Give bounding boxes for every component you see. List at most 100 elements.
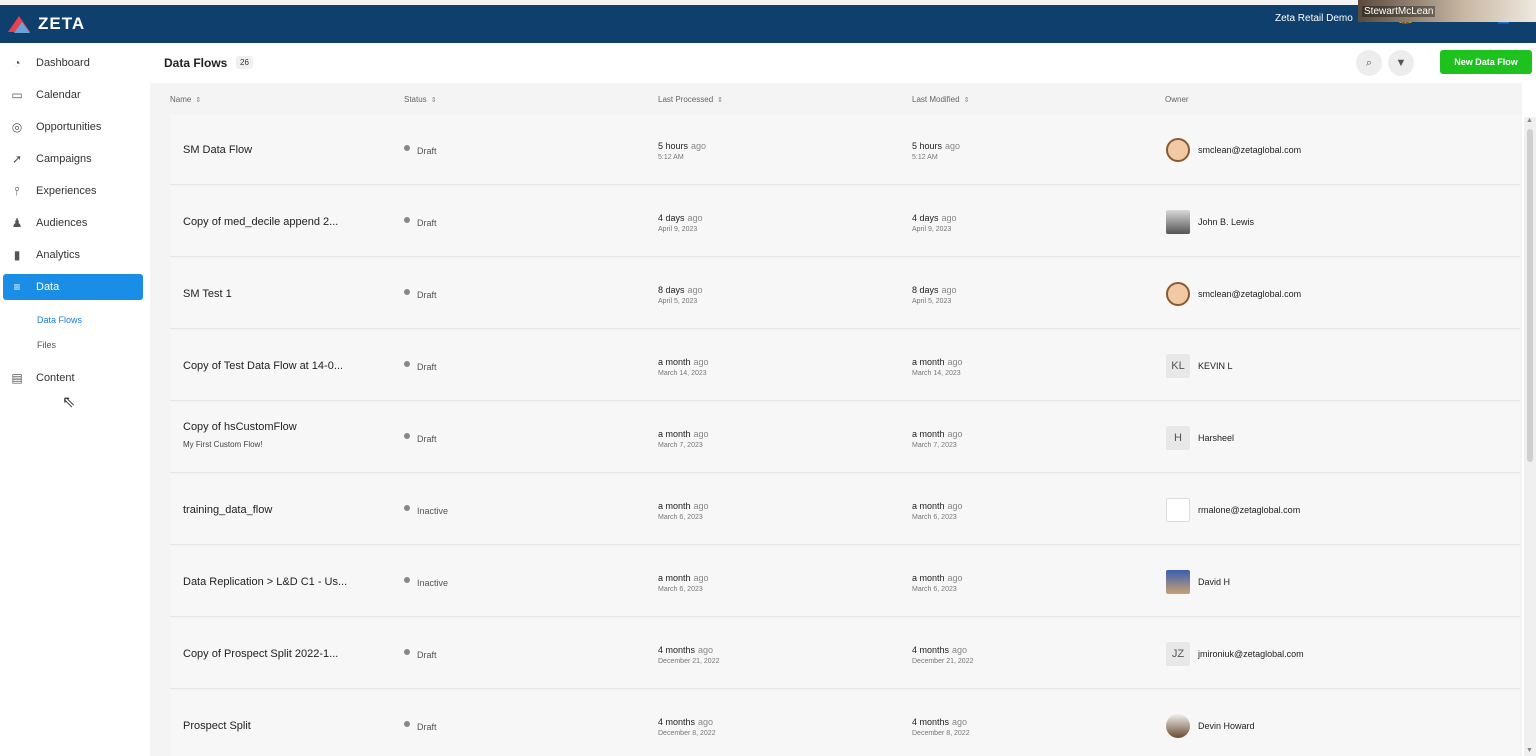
sidebar-item-analytics[interactable]: ▮ Analytics (3, 242, 143, 268)
filter-icon: ▼ (1395, 57, 1407, 69)
sidebar-item-label: Audiences (36, 217, 88, 229)
status-dot-icon (404, 505, 410, 511)
owner-name: jmironiuk@zetaglobal.com (1198, 649, 1304, 659)
last-modified: a month ago (912, 357, 963, 367)
avatar (1166, 714, 1190, 738)
last-processed-date: April 9, 2023 (658, 226, 698, 233)
column-header-last-modified[interactable]: Last Modified ⇕ (912, 95, 969, 104)
last-modified-date: December 21, 2022 (912, 658, 974, 665)
avatar (1166, 498, 1190, 522)
sidebar-item-calendar[interactable]: ▭ Calendar (3, 82, 143, 108)
last-processed: a month ago (658, 429, 709, 439)
flow-name[interactable]: Copy of Test Data Flow at 14-0... (183, 360, 343, 372)
last-modified: a month ago (912, 573, 963, 583)
sidebar-item-label: Opportunities (36, 121, 102, 133)
bar-chart-icon: ▮ (13, 248, 21, 262)
column-header-status[interactable]: Status ⇕ (404, 95, 437, 104)
flow-name[interactable]: Copy of hsCustomFlow (183, 421, 297, 433)
flow-description: My First Custom Flow! (183, 440, 263, 449)
filter-button[interactable]: ▼ (1388, 50, 1414, 76)
search-button[interactable]: ⌕ (1356, 50, 1382, 76)
status-dot-icon (404, 577, 410, 583)
avatar: KL (1166, 354, 1190, 378)
last-processed: a month ago (658, 501, 709, 511)
column-header-last-processed[interactable]: Last Processed ⇕ (658, 95, 723, 104)
zeta-logo[interactable]: ZETA (8, 13, 85, 35)
avatar: JZ (1166, 642, 1190, 666)
scroll-up-icon[interactable]: ▲ (1526, 117, 1533, 124)
last-modified: 4 months ago (912, 717, 968, 727)
last-modified-date: March 6, 2023 (912, 514, 957, 521)
paper-plane-icon: ➚ (11, 152, 23, 166)
owner-name: Harsheel (1198, 433, 1235, 443)
flow-name[interactable]: Prospect Split (183, 720, 251, 732)
last-processed: 4 months ago (658, 645, 714, 655)
flow-name[interactable]: SM Data Flow (183, 144, 252, 156)
table-row[interactable]: Copy of Prospect Split 2022-1... Draft 4 m… (170, 619, 1520, 689)
avatar (1166, 210, 1190, 234)
table-row[interactable]: training_data_flow Inactive a month ago Marc… (170, 475, 1520, 545)
status-dot-icon (404, 145, 410, 151)
last-modified: 4 days ago (912, 213, 957, 223)
database-icon: ≡ (13, 280, 21, 294)
last-modified: 8 days ago (912, 285, 957, 295)
flow-name[interactable]: SM Test 1 (183, 288, 232, 300)
table-row[interactable]: Copy of hsCustomFlow My First Custom Flow… (170, 403, 1520, 473)
flow-name[interactable]: Copy of med_decile append 2... (183, 216, 338, 228)
last-processed-date: March 7, 2023 (658, 442, 703, 449)
last-processed-date: 5:12 AM (658, 154, 684, 161)
sidebar-subitem-data-flows[interactable]: Data Flows (37, 315, 82, 325)
last-processed: a month ago (658, 573, 709, 583)
status-badge: Draft (404, 361, 437, 372)
last-processed-date: December 8, 2022 (658, 730, 716, 737)
sidebar-item-content[interactable]: ▤ Content (3, 365, 143, 391)
table-row[interactable]: Prospect Split Draft 4 months ago December 8… (170, 691, 1520, 756)
dashboard-icon: ◔ (13, 56, 21, 70)
sidebar-item-label: Campaigns (36, 153, 92, 165)
page-header: Data Flows 26 ⌕ ▼ New Data Flow (150, 43, 1536, 83)
scroll-down-icon[interactable]: ▼ (1526, 747, 1533, 754)
last-processed: 8 days ago (658, 285, 703, 295)
status-dot-icon (404, 721, 410, 727)
table-row[interactable]: Copy of Test Data Flow at 14-0... Draft a … (170, 331, 1520, 401)
avatar (1166, 138, 1190, 162)
last-modified-date: April 9, 2023 (912, 226, 952, 233)
table-row[interactable]: Copy of med_decile append 2... Draft 4 day… (170, 187, 1520, 257)
owner-name: smclean@zetaglobal.com (1198, 289, 1302, 299)
sidebar-item-label: Experiences (36, 185, 97, 197)
status-badge: Draft (404, 145, 437, 156)
sidebar-item-label: Dashboard (36, 57, 90, 69)
sidebar-item-experiences[interactable]: ⫯ Experiences (3, 178, 143, 204)
table-row[interactable]: SM Test 1 Draft 8 days ago April 5, 2023 8 da… (170, 259, 1520, 329)
sidebar-item-campaigns[interactable]: ➚ Campaigns (3, 146, 143, 172)
last-processed-date: March 14, 2023 (658, 370, 707, 377)
last-processed-date: March 6, 2023 (658, 514, 703, 521)
sidebar-item-opportunities[interactable]: ◎ Opportunities (3, 114, 143, 140)
status-badge: Inactive (404, 505, 448, 516)
sidebar-subitem-files[interactable]: Files (37, 340, 56, 350)
people-icon: ♟ (11, 216, 23, 230)
table-row[interactable]: SM Data Flow Draft 5 hours ago 5:12 AM 5 hour… (170, 115, 1520, 185)
sidebar-item-audiences[interactable]: ♟ Audiences (3, 210, 143, 236)
scrollbar[interactable]: ▲ ▼ (1524, 117, 1536, 756)
sidebar-item-label: Content (36, 372, 75, 384)
last-modified-date: April 5, 2023 (912, 298, 952, 305)
owner-name: KEVIN L (1198, 361, 1233, 371)
last-modified-date: 5:12 AM (912, 154, 938, 161)
new-data-flow-button[interactable]: New Data Flow (1440, 50, 1532, 74)
table-row[interactable]: Data Replication > L&D C1 - Us... Inactiv… (170, 547, 1520, 617)
last-processed: 4 months ago (658, 717, 714, 727)
flow-name[interactable]: Data Replication > L&D C1 - Us... (183, 576, 347, 588)
flow-name[interactable]: training_data_flow (183, 504, 272, 516)
last-processed: 5 hours ago (658, 141, 707, 151)
mouse-cursor-icon: ⇖ (62, 394, 76, 411)
account-switcher[interactable]: Zeta Retail Demo ▾ (1275, 13, 1363, 24)
sidebar-item-data[interactable]: ≡ Data (3, 274, 143, 300)
status-dot-icon (404, 649, 410, 655)
scrollbar-thumb[interactable] (1527, 129, 1533, 462)
column-header-name[interactable]: Name ⇕ (170, 95, 201, 104)
status-dot-icon (404, 361, 410, 367)
sidebar-item-dashboard[interactable]: ◔ Dashboard (3, 50, 143, 76)
flow-name[interactable]: Copy of Prospect Split 2022-1... (183, 648, 338, 660)
last-processed-date: March 6, 2023 (658, 586, 703, 593)
